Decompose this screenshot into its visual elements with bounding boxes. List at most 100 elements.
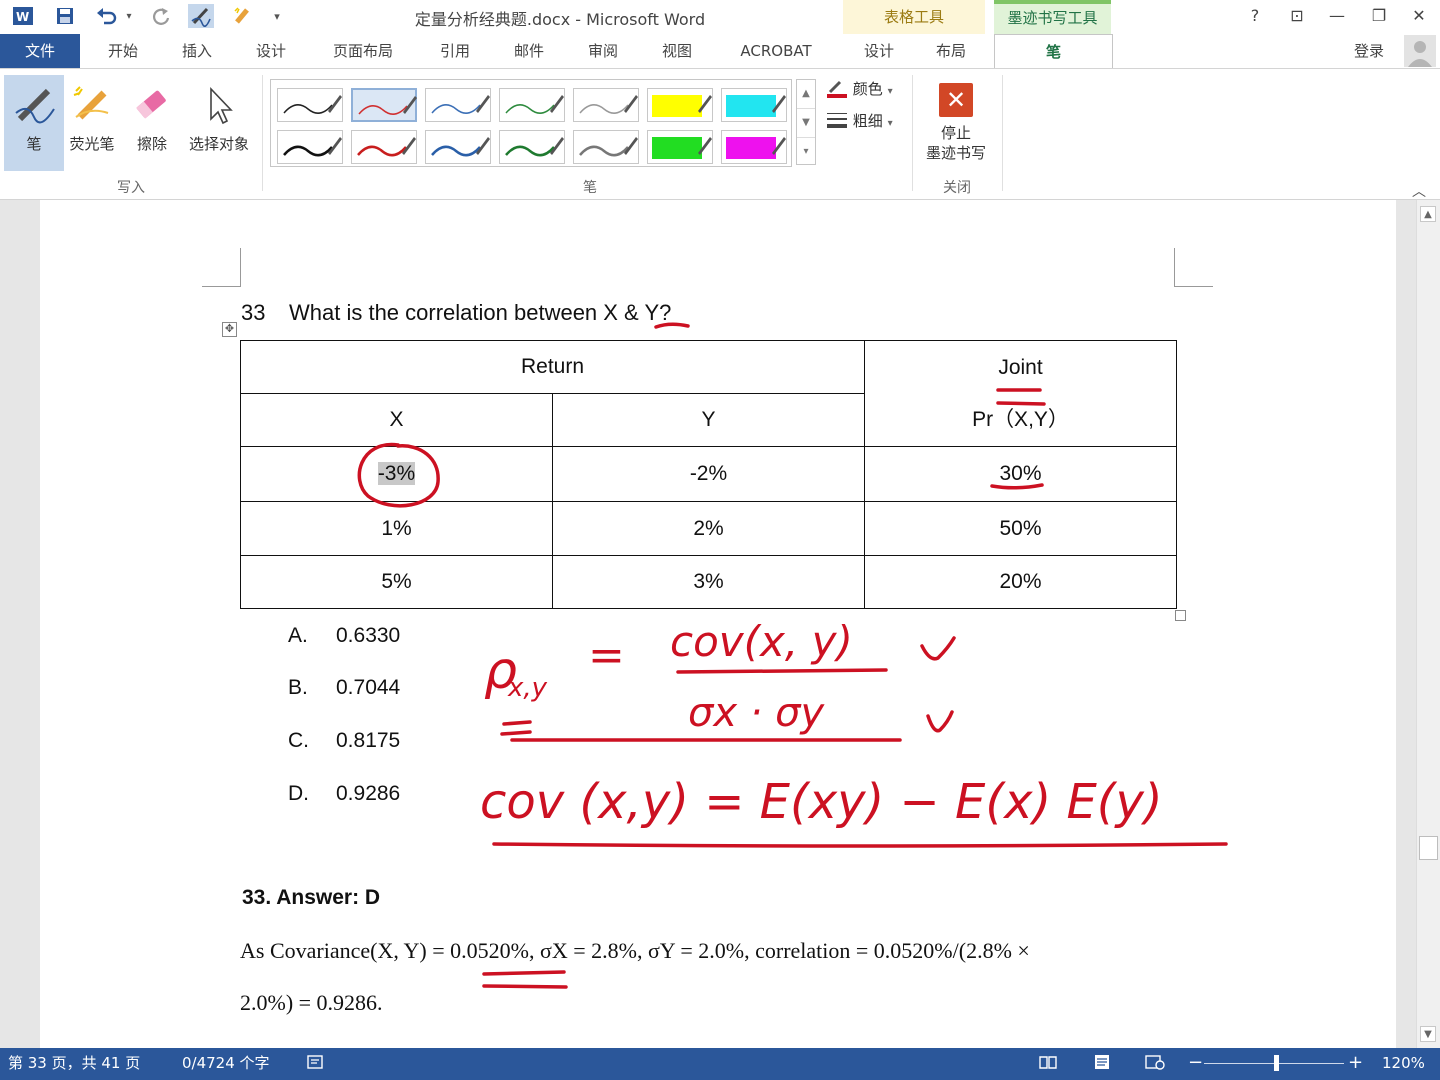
close-icon[interactable]: ✕ (1404, 4, 1434, 28)
scroll-up-icon[interactable]: ▲ (1420, 206, 1436, 222)
tab-references[interactable]: 引用 (424, 34, 486, 68)
tab-file[interactable]: 文件 (0, 34, 80, 68)
table-cell[interactable]: -2% (552, 446, 865, 502)
eraser-icon (122, 75, 182, 133)
pen-swatch[interactable] (277, 130, 343, 164)
pen-button-label: 笔 (26, 135, 42, 153)
tab-design[interactable]: 设计 (240, 34, 302, 68)
highlighter-swatch[interactable] (647, 130, 713, 164)
table-cell[interactable]: 50% (864, 501, 1177, 556)
pen-button[interactable]: 笔 (4, 75, 64, 171)
margin-corner (202, 248, 241, 287)
color-label: 颜色 (852, 80, 883, 98)
header-joint-label: Joint (998, 355, 1043, 379)
gallery-down-icon[interactable]: ▼ (797, 108, 815, 137)
table-cell[interactable]: 2% (552, 501, 865, 556)
option-a: A. 0.6330 (288, 624, 400, 648)
thickness-dropdown[interactable]: 粗细 ▾ (826, 109, 893, 133)
pen-swatch[interactable] (573, 130, 639, 164)
restore-icon[interactable]: ❐ (1364, 4, 1394, 28)
gallery-up-icon[interactable]: ▲ (797, 80, 815, 108)
document-area[interactable]: 33 What is the correlation between X & Y… (0, 200, 1416, 1048)
read-mode-icon[interactable] (1038, 1048, 1058, 1078)
print-layout-icon[interactable] (1092, 1048, 1112, 1078)
proofing-icon[interactable] (306, 1048, 324, 1078)
highlighter-swatch[interactable] (721, 130, 787, 164)
header-joint[interactable]: Joint Pr（X,Y） (864, 340, 1177, 447)
document-page[interactable] (40, 200, 1396, 1048)
select-objects-button[interactable]: 选择对象 (184, 75, 254, 171)
table-cell[interactable]: 5% (240, 555, 553, 609)
highlighter-swatch[interactable] (721, 88, 787, 122)
pen-swatch[interactable] (573, 88, 639, 122)
web-layout-icon[interactable] (1144, 1048, 1166, 1078)
table-cell[interactable]: 20% (864, 555, 1177, 609)
option-d: D. 0.9286 (288, 782, 400, 806)
zoom-level[interactable]: 120% (1382, 1048, 1425, 1078)
pen-swatch[interactable] (277, 88, 343, 122)
scroll-thumb[interactable] (1419, 836, 1438, 860)
ribbon-display-icon[interactable]: ⊡ (1282, 4, 1312, 28)
stop-x-icon: ✕ (939, 83, 973, 117)
option-letter: D. (288, 782, 309, 805)
pen-swatch[interactable] (499, 130, 565, 164)
select-cursor-icon (184, 75, 254, 133)
help-icon[interactable]: ? (1240, 4, 1270, 28)
tab-table-layout[interactable]: 布局 (920, 34, 982, 68)
word-count[interactable]: 0/4724 个字 (182, 1048, 270, 1078)
highlighter-button-label: 荧光笔 (69, 135, 115, 153)
page-count[interactable]: 第 33 页，共 41 页 (8, 1048, 140, 1078)
stop-inking-button[interactable]: ✕ 停止 墨迹书写 (918, 79, 994, 171)
select-objects-label: 选择对象 (188, 135, 249, 153)
thickness-label: 粗细 (852, 112, 883, 130)
gallery-more-icon[interactable]: ▾ (797, 137, 815, 166)
eraser-button-label: 擦除 (136, 135, 167, 153)
pen-swatch[interactable] (499, 88, 565, 122)
eraser-button[interactable]: 擦除 (122, 75, 182, 171)
option-letter: A. (288, 624, 308, 647)
zoom-in-icon[interactable]: + (1348, 1048, 1363, 1078)
vertical-scrollbar[interactable]: ▲ ▼ (1416, 200, 1440, 1048)
table-cell[interactable]: -3% (240, 446, 553, 502)
minimize-icon[interactable]: — (1322, 4, 1352, 28)
pen-swatch[interactable] (351, 130, 417, 164)
explanation-line-2: 2.0%) = 0.9286. (240, 990, 383, 1015)
pen-swatch[interactable] (351, 88, 417, 122)
tab-insert[interactable]: 插入 (166, 34, 228, 68)
color-dropdown[interactable]: 颜色 ▾ (826, 77, 893, 101)
tab-mailings[interactable]: 邮件 (498, 34, 560, 68)
avatar[interactable] (1404, 35, 1436, 67)
highlighter-swatch[interactable] (647, 88, 713, 122)
table-move-handle[interactable]: ✥ (222, 322, 237, 337)
explanation-line-1: As Covariance(X, Y) = 0.0520%, σX = 2.8%… (240, 938, 1030, 963)
tab-table-design[interactable]: 设计 (848, 34, 910, 68)
header-y[interactable]: Y (552, 393, 865, 447)
title-bar: W ▾ ▾ 定量分析经典题.docx - Microsoft Word 表格工具… (0, 0, 1440, 34)
header-return[interactable]: Return (240, 340, 865, 394)
tab-home[interactable]: 开始 (92, 34, 154, 68)
tab-pen[interactable]: 笔 (994, 34, 1113, 69)
tab-review[interactable]: 审阅 (572, 34, 634, 68)
sign-in-link[interactable]: 登录 (1354, 34, 1384, 68)
table-cell[interactable]: 30% (864, 446, 1177, 502)
pen-swatch[interactable] (425, 130, 491, 164)
table-cell[interactable]: 3% (552, 555, 865, 609)
collapse-ribbon-icon[interactable]: ︿ (1412, 181, 1426, 201)
tab-view[interactable]: 视图 (646, 34, 708, 68)
zoom-slider-thumb[interactable] (1274, 1055, 1279, 1071)
tab-page-layout[interactable]: 页面布局 (318, 34, 408, 68)
tab-acrobat[interactable]: ACROBAT (724, 34, 828, 68)
header-x[interactable]: X (240, 393, 553, 447)
zoom-out-icon[interactable]: − (1188, 1048, 1203, 1078)
scroll-down-icon[interactable]: ▼ (1420, 1026, 1436, 1042)
data-table[interactable]: Return Joint Pr（X,Y） X Y -3% -2% 30% 1% … (240, 340, 1177, 609)
option-value: 0.6330 (336, 624, 401, 647)
highlighter-button[interactable]: 荧光笔 (62, 75, 122, 171)
gallery-scroll[interactable]: ▲ ▼ ▾ (796, 79, 816, 165)
pen-color-icon (826, 80, 853, 98)
pen-swatch[interactable] (425, 88, 491, 122)
option-letter: B. (288, 676, 308, 699)
table-resize-handle[interactable] (1175, 610, 1186, 621)
table-cell[interactable]: 1% (240, 501, 553, 556)
option-b: B. 0.7044 (288, 676, 400, 700)
